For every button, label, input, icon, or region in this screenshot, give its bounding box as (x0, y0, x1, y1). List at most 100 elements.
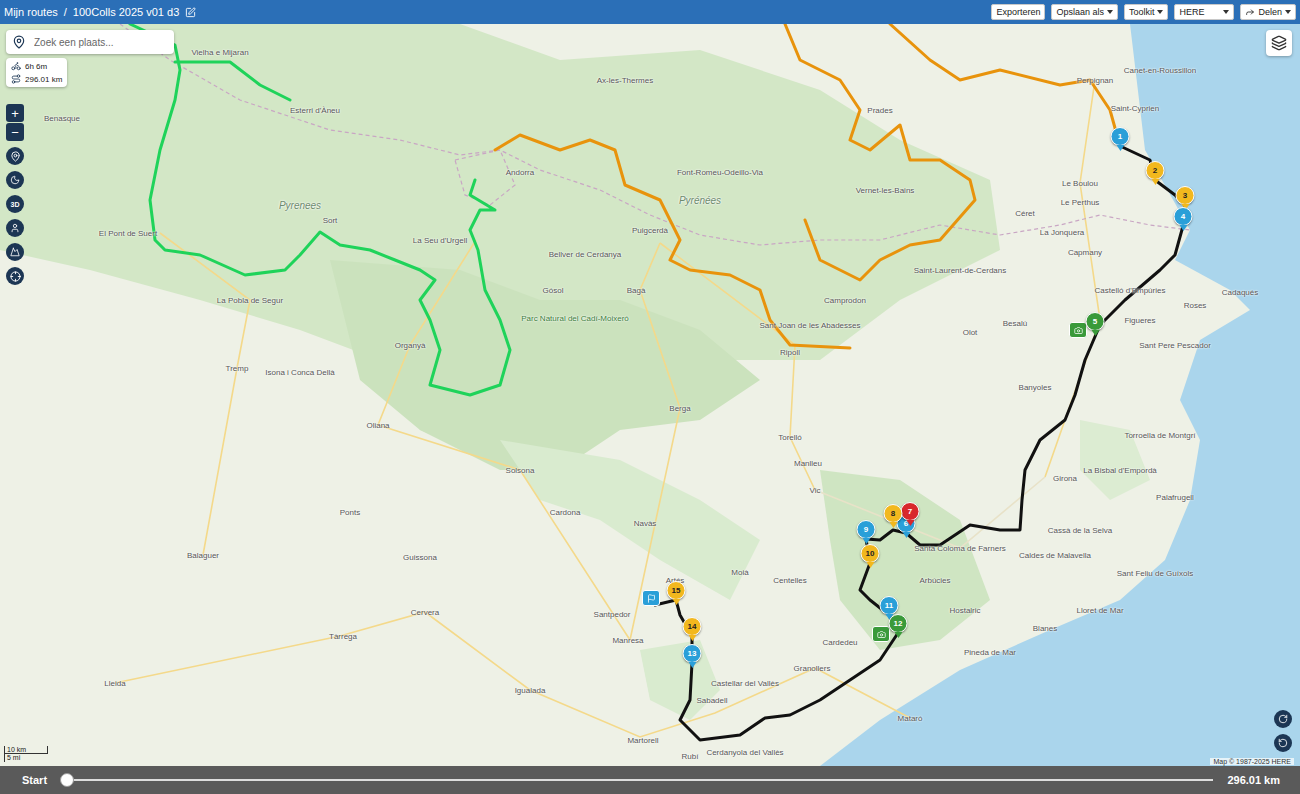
place-label: Cerdanyola del Vallès (706, 748, 783, 757)
street-view-button[interactable] (6, 219, 24, 237)
place-label: Igualada (515, 686, 546, 695)
select-button[interactable]: HERE (1174, 4, 1234, 20)
location-icon (12, 35, 26, 49)
rotate-left-button[interactable] (1274, 734, 1292, 752)
caret-icon (1223, 10, 1229, 14)
timeline-bar: Start296.01 km (0, 766, 1300, 794)
place-label: Céret (1015, 209, 1035, 218)
place-label: Sant Pere Pescador (1139, 341, 1211, 350)
timeline-slider[interactable] (67, 779, 1213, 781)
place-label: Ripoll (780, 348, 800, 357)
waypoint-marker[interactable]: 1 (1111, 127, 1130, 146)
waypoint-marker[interactable]: 8 (884, 504, 903, 523)
place-label: Arbúcies (919, 576, 950, 585)
place-label: Oliana (366, 421, 389, 430)
button-button[interactable]: Exporteren (991, 4, 1045, 20)
place-label: Moià (731, 568, 748, 577)
waypoint-marker[interactable]: 7 (901, 502, 920, 521)
place-label: La Bisbal d'Empordà (1083, 466, 1157, 475)
waypoint-marker[interactable]: 12 (889, 614, 908, 633)
place-label: Sant Joan de les Abadesses (760, 321, 861, 330)
layers-button[interactable] (1266, 30, 1292, 56)
place-label: Cassà de la Selva (1048, 526, 1112, 535)
zoom-out-button[interactable]: − (6, 123, 24, 141)
place-label: Guissona (403, 553, 437, 562)
menu-button[interactable]: Toolkit (1124, 4, 1169, 20)
place-label: Benasque (44, 114, 80, 123)
place-label: Camprodon (824, 296, 866, 305)
photo-badge[interactable] (1069, 322, 1087, 338)
photo-badge[interactable] (872, 626, 890, 642)
search-input[interactable] (32, 36, 168, 49)
route-line[interactable] (495, 135, 850, 348)
place-label: Vielha e Mijaran (191, 48, 248, 57)
waypoint-marker[interactable]: 9 (857, 520, 876, 539)
zoom-group: +− (6, 104, 24, 141)
rotate-right-icon (1278, 714, 1288, 724)
place-label: Esterri d'Àneu (290, 106, 340, 115)
place-label: Perpignan (1077, 76, 1113, 85)
place-label: Cadaqués (1222, 288, 1258, 297)
place-label: Granollers (794, 664, 831, 673)
map[interactable]: PerpignanCanet-en-RoussillonSaint-Cyprie… (0, 24, 1300, 766)
zoom-in-button[interactable]: + (6, 104, 24, 122)
place-label: Pyrénées (679, 195, 721, 206)
menu-button[interactable]: Opslaan als (1051, 4, 1118, 20)
slider-thumb[interactable] (60, 773, 74, 787)
waypoint-marker[interactable]: 11 (880, 596, 899, 615)
elevation-button[interactable] (6, 243, 24, 261)
marker-button[interactable] (6, 147, 24, 165)
moon-icon (10, 175, 20, 185)
waypoint-marker[interactable]: 13 (683, 644, 702, 663)
person-icon (10, 223, 20, 233)
place-label: Blanes (1033, 624, 1057, 633)
place-label: Palafrugell (1156, 493, 1194, 502)
duration: 6h 6m (11, 61, 62, 71)
route-line[interactable] (785, 24, 1120, 280)
waypoint-marker[interactable]: 4 (1174, 207, 1193, 226)
place-label: La Seu d'Urgell (413, 236, 467, 245)
rotate-right-button[interactable] (1274, 710, 1292, 728)
place-label: Navàs (634, 519, 657, 528)
share-button[interactable]: Delen (1240, 4, 1296, 20)
place-label: Lleida (104, 679, 125, 688)
waypoint-marker[interactable]: 14 (683, 617, 702, 636)
locate-button[interactable] (6, 267, 24, 285)
place-label: Olot (963, 328, 978, 337)
place-label: La Pobla de Segur (217, 296, 283, 305)
pin-icon (10, 151, 21, 162)
place-label: Banyoles (1019, 383, 1052, 392)
route-title: 100Colls 2025 v01 d3 (73, 6, 179, 18)
waypoint-marker[interactable]: 5 (1086, 312, 1105, 331)
place-label: Roses (1184, 301, 1207, 310)
route-line[interactable] (651, 146, 1185, 740)
waypoint-marker[interactable]: 3 (1176, 186, 1195, 205)
start-flag[interactable] (642, 590, 660, 606)
place-label: Girona (1053, 474, 1077, 483)
place-label: Lloret de Mar (1076, 606, 1123, 615)
place-label: Mataró (898, 714, 923, 723)
place-label: Saint-Cyprien (1111, 104, 1159, 113)
waypoint-marker[interactable]: 2 (1146, 161, 1165, 180)
place-label: Andorra (506, 168, 534, 177)
country-border (120, 24, 1190, 245)
place-label: Le Boulou (1062, 179, 1098, 188)
waypoint-marker[interactable]: 15 (667, 581, 686, 600)
view-3d-button[interactable]: 3D (6, 195, 24, 213)
scale-metric: 10 km (4, 746, 48, 755)
place-label: Ax-les-Thermes (597, 76, 653, 85)
place-label: Hostalric (949, 606, 980, 615)
attribution: Map © 1987-2025 HERE (1210, 758, 1294, 765)
distance: 296.01 km (11, 74, 62, 84)
route-line[interactable] (130, 24, 510, 395)
breadcrumb-link[interactable]: Mijn routes (4, 6, 58, 18)
edit-icon[interactable] (185, 7, 196, 18)
dark-mode-button[interactable] (6, 171, 24, 189)
camera-icon (1074, 326, 1083, 335)
place-label: Manlleu (794, 459, 822, 468)
waypoint-marker[interactable]: 10 (861, 544, 880, 563)
caret-icon (1157, 10, 1163, 14)
place-label: Figueres (1124, 316, 1155, 325)
map-canvas[interactable] (0, 24, 1300, 766)
place-label: Balaguer (187, 551, 219, 560)
